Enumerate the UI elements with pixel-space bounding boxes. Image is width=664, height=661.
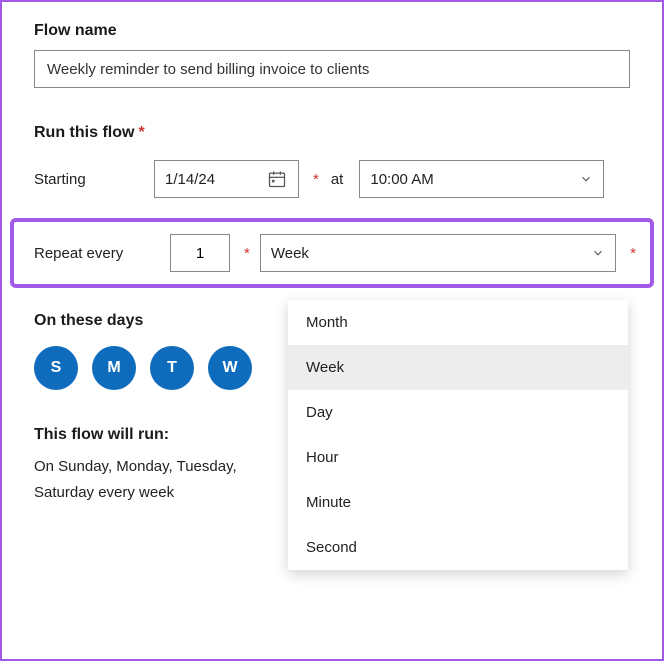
day-pill-sun[interactable]: S xyxy=(34,346,78,390)
at-label: at xyxy=(331,171,344,188)
required-asterisk: * xyxy=(138,124,144,141)
dropdown-option-minute[interactable]: Minute xyxy=(288,480,628,525)
flow-name-input[interactable] xyxy=(34,50,630,88)
required-asterisk: * xyxy=(244,245,250,262)
repeat-unit-value: Week xyxy=(271,245,309,262)
required-asterisk: * xyxy=(313,171,319,188)
day-pill-wed[interactable]: W xyxy=(208,346,252,390)
start-date-value: 1/14/24 xyxy=(165,171,215,188)
day-pill-mon[interactable]: M xyxy=(92,346,136,390)
repeat-unit-dropdown: Month Week Day Hour Minute Second xyxy=(288,300,628,570)
repeat-unit-select[interactable]: Week xyxy=(260,234,616,272)
calendar-icon xyxy=(266,169,288,189)
start-date-input[interactable]: 1/14/24 xyxy=(154,160,299,198)
run-this-flow-section: Run this flow* Starting 1/14/24 * at xyxy=(34,124,630,198)
dropdown-option-second[interactable]: Second xyxy=(288,525,628,570)
chevron-down-icon xyxy=(579,172,593,186)
starting-row: Starting 1/14/24 * at 10:00 AM xyxy=(34,160,630,198)
repeat-every-label: Repeat every xyxy=(34,245,160,262)
flow-schedule-panel: Flow name Run this flow* Starting 1/14/2… xyxy=(0,0,664,661)
flow-name-label: Flow name xyxy=(34,22,630,40)
required-asterisk: * xyxy=(630,245,636,262)
dropdown-option-hour[interactable]: Hour xyxy=(288,435,628,480)
chevron-down-icon xyxy=(591,246,605,260)
dropdown-option-day[interactable]: Day xyxy=(288,390,628,435)
dropdown-option-month[interactable]: Month xyxy=(288,300,628,345)
starting-label: Starting xyxy=(34,171,144,188)
run-this-flow-label-text: Run this flow xyxy=(34,124,134,141)
start-time-select[interactable]: 10:00 AM xyxy=(359,160,604,198)
repeat-every-highlight: Repeat every * Week * xyxy=(10,218,654,288)
run-this-flow-label: Run this flow* xyxy=(34,124,630,142)
start-time-value: 10:00 AM xyxy=(370,171,433,188)
day-pill-tue[interactable]: T xyxy=(150,346,194,390)
repeat-count-input[interactable] xyxy=(170,234,230,272)
flow-summary-text: On Sunday, Monday, Tuesday, Saturday eve… xyxy=(34,454,294,505)
dropdown-option-week[interactable]: Week xyxy=(288,345,628,390)
